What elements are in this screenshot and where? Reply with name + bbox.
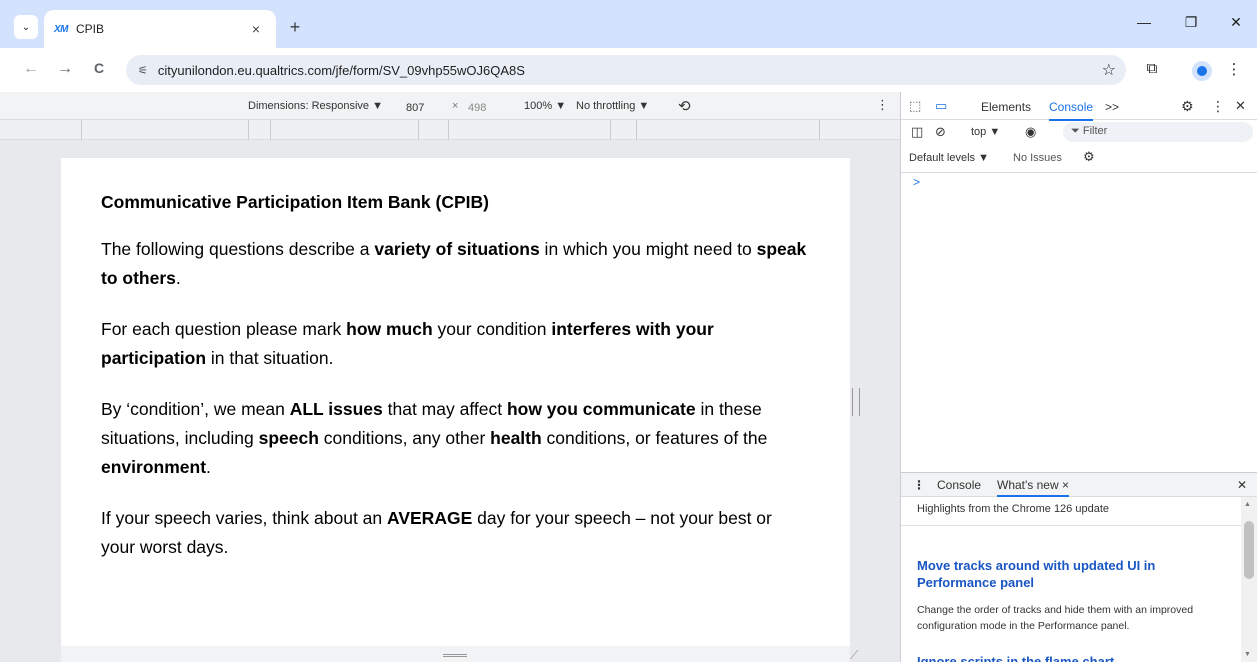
device-toolbar: Dimensions: Responsive ▼ 807 × 498 100% … [0, 92, 900, 120]
log-levels-dropdown[interactable]: Default levels ▼ [909, 152, 989, 164]
issues-counter[interactable]: No Issues [1013, 152, 1062, 164]
reload-icon[interactable]: C [88, 60, 110, 76]
filter-funnel-icon: ⏷ [1071, 125, 1083, 137]
viewport-resize-corner-handle[interactable]: ⟋ [850, 648, 858, 662]
tab-console[interactable]: Console [1049, 100, 1094, 121]
site-info-icon[interactable]: ⚟ [138, 64, 148, 77]
dimensions-times: × [452, 100, 459, 112]
filter-placeholder: Filter [1082, 125, 1108, 137]
restore-icon[interactable]: ❐ [1178, 14, 1204, 31]
clear-console-icon[interactable]: ⊘ [935, 124, 946, 140]
devtools-panel: ⬚ ▭ Elements Console >> ⚙ ⋮ ✕ ◫ ⊘ top ▼ … [900, 92, 1257, 662]
rotate-icon[interactable]: ⟲ [678, 97, 691, 115]
survey-paragraph-3: By ‘condition’, we mean ALL issues that … [101, 399, 768, 477]
tab-strip: ⌄ XM CPIB × + — ❐ ✕ [0, 0, 1257, 48]
inspect-element-icon[interactable]: ⬚ [909, 98, 921, 114]
address-bar[interactable]: ⚟ cityunilondon.eu.qualtrics.com/jfe/for… [126, 55, 1126, 85]
profile-avatar-icon[interactable] [1192, 61, 1212, 81]
viewport-width-input[interactable]: 807 [402, 100, 440, 118]
more-tabs-button[interactable]: >> [1105, 100, 1119, 114]
whats-new-scroll-thumb[interactable] [1244, 521, 1254, 579]
whats-new-item-title-2[interactable]: Ignore scripts in the flame chart [917, 653, 1227, 662]
viewport-resize-right-handle[interactable] [852, 388, 860, 416]
dimensions-dropdown[interactable]: Dimensions: Responsive ▼ [248, 100, 383, 112]
forward-arrow-icon[interactable]: → [54, 60, 76, 78]
console-prompt[interactable]: > [913, 175, 920, 189]
survey-title: Communicative Participation Item Bank (C… [101, 192, 489, 212]
console-sidebar-icon[interactable]: ◫ [911, 124, 923, 140]
drawer-tab-console[interactable]: Console [937, 478, 981, 492]
viewport-resize-bottom-handle[interactable] [61, 646, 850, 662]
drawer-menu-icon[interactable]: ⋮ [913, 478, 925, 492]
survey-paragraph-4: If your speech varies, think about an AV… [101, 508, 772, 557]
back-arrow-icon[interactable]: ← [20, 60, 42, 78]
zoom-dropdown[interactable]: 100% ▼ [524, 100, 566, 112]
bookmark-star-icon[interactable]: ☆ [1102, 60, 1116, 80]
whats-new-item-description: Change the order of tracks and hide them… [917, 604, 1194, 632]
console-settings-icon[interactable]: ⚙ [1083, 149, 1095, 165]
new-tab-button[interactable]: + [284, 17, 306, 39]
tab-close-icon[interactable]: × [246, 21, 266, 37]
devtools-tab-bar: ⬚ ▭ Elements Console >> ⚙ ⋮ ✕ [901, 92, 1257, 121]
whats-new-highlights: Highlights from the Chrome 126 update [917, 503, 1109, 515]
survey-paragraph-2: For each question please mark how much y… [101, 319, 714, 368]
devtools-settings-icon[interactable]: ⚙ [1181, 98, 1194, 115]
whats-new-close-icon[interactable]: × [1062, 478, 1069, 492]
media-query-ruler[interactable] [0, 120, 900, 140]
survey-paragraph-1: The following questions describe a varie… [101, 239, 807, 288]
tab-search-dropdown-icon[interactable]: ⌄ [14, 15, 38, 39]
devtools-more-icon[interactable]: ⋮ [1211, 98, 1225, 115]
drawer-close-icon[interactable]: ✕ [1237, 478, 1247, 492]
browser-toolbar: ← → C ⚟ cityunilondon.eu.qualtrics.com/j… [0, 48, 1257, 92]
viewport-height-input[interactable]: 498 [464, 100, 502, 118]
device-more-icon[interactable]: ⋮ [876, 97, 889, 113]
tab-title: CPIB [76, 22, 105, 36]
device-toggle-icon[interactable]: ▭ [935, 98, 947, 114]
throttling-dropdown[interactable]: No throttling ▼ [576, 100, 649, 112]
whats-new-panel: Highlights from the Chrome 126 update Mo… [901, 497, 1241, 662]
console-filter-input[interactable]: ⏷ Filter [1063, 122, 1253, 142]
drawer-tab-bar: ⋮ Console What's new × ✕ [901, 473, 1257, 497]
url-text[interactable]: cityunilondon.eu.qualtrics.com/jfe/form/… [158, 63, 525, 78]
whats-new-item-title[interactable]: Move tracks around with updated UI in Pe… [917, 557, 1227, 591]
qualtrics-favicon-icon: XM [54, 23, 69, 35]
browser-tab-cpib[interactable]: XM CPIB × [44, 10, 276, 48]
extensions-icon[interactable]: ⧉ [1141, 60, 1163, 77]
console-levels-row: Default levels ▼ No Issues ⚙ [901, 146, 1257, 170]
scroll-up-icon[interactable]: ▲ [1244, 501, 1251, 508]
tab-elements[interactable]: Elements [981, 100, 1031, 114]
devtools-drawer: ⋮ Console What's new × ✕ Highlights from… [901, 472, 1257, 662]
live-expression-eye-icon[interactable]: ◉ [1025, 124, 1036, 140]
devtools-close-icon[interactable]: ✕ [1235, 98, 1246, 114]
scroll-down-icon[interactable]: ▼ [1244, 651, 1251, 658]
drawer-tab-whats-new[interactable]: What's new × [997, 478, 1070, 497]
browser-menu-icon[interactable]: ⋮ [1223, 60, 1245, 78]
window-close-icon[interactable]: ✕ [1223, 14, 1249, 31]
console-toolbar: ◫ ⊘ top ▼ ◉ ⏷ Filter [901, 120, 1257, 144]
minimize-icon[interactable]: — [1131, 14, 1157, 30]
survey-page: Communicative Participation Item Bank (C… [61, 158, 850, 646]
context-selector[interactable]: top ▼ [971, 126, 1000, 138]
